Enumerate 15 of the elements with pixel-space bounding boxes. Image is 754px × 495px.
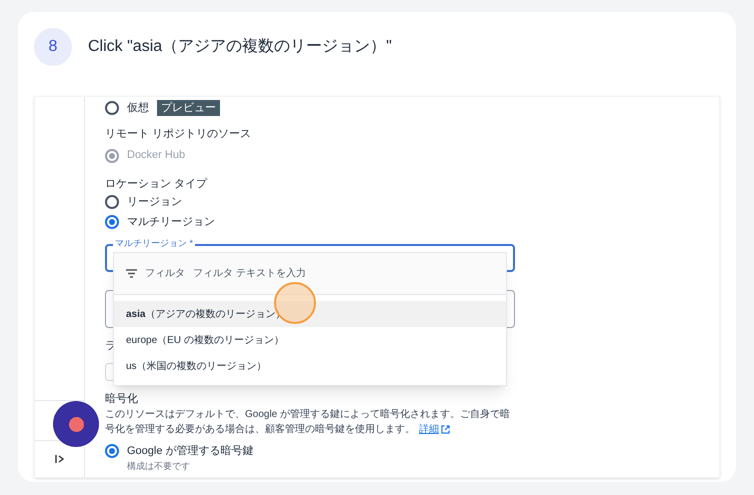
section-title: 暗号化 (105, 392, 139, 406)
radio-label: リージョン (127, 194, 182, 210)
radio-label: Docker Hub (127, 148, 186, 164)
step-number-badge: 8 (34, 28, 72, 66)
radio-label: Google が管理する暗号鍵 (127, 444, 254, 459)
section-label: リモート リポジトリのソース (105, 127, 252, 142)
option-note: 構成は不要です (126, 461, 191, 472)
step-title: Click "asia（アジアの複数のリージョン）" (88, 36, 392, 57)
encryption-description: このリソースはデフォルトで、Google が管理する鍵によって暗号化されます。ご自身で暗号化を管理する必要がある場合は、顧客管理の暗号鍵を使用します。 詳細 (105, 408, 512, 437)
field-label: マルチリージョン * (113, 237, 196, 250)
preview-badge: プレビュー (157, 100, 220, 116)
section-label: ロケーション タイプ (105, 176, 208, 192)
filter-label: フィルタ (145, 267, 185, 281)
radio-label: 仮想 (127, 100, 149, 116)
radio-label: マルチリージョン (127, 214, 215, 230)
